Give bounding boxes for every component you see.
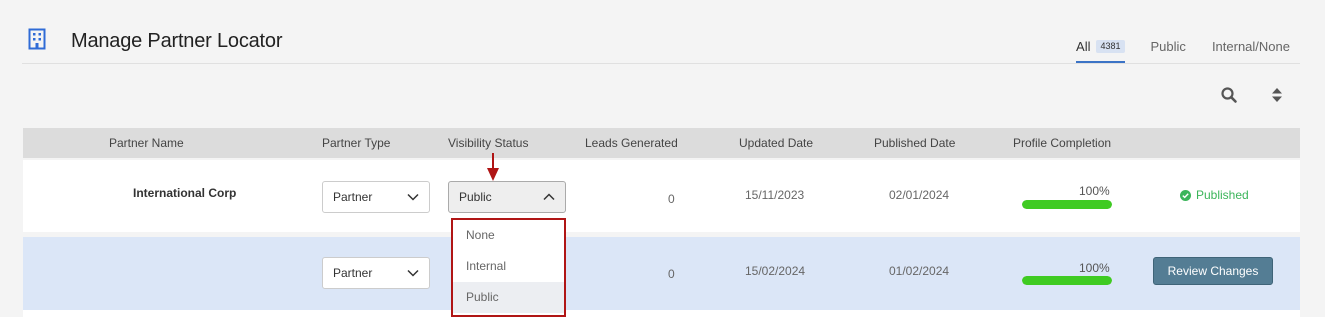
table-row bbox=[23, 310, 1300, 317]
tab-public[interactable]: Public bbox=[1151, 39, 1186, 63]
tab-public-label: Public bbox=[1150, 39, 1186, 54]
visibility-status-dropdown: None Internal Public bbox=[451, 218, 566, 317]
profile-completion-bar bbox=[1022, 276, 1112, 285]
status-badge: Published bbox=[1180, 188, 1249, 202]
partner-type-value: Partner bbox=[333, 190, 373, 204]
column-header-leads-generated[interactable]: Leads Generated bbox=[585, 136, 678, 150]
page: Manage Partner Locator All 4381 Public I… bbox=[0, 0, 1325, 317]
partner-name: International Corp bbox=[133, 186, 237, 200]
sort-icon[interactable] bbox=[1268, 86, 1286, 104]
updated-date: 15/11/2023 bbox=[745, 188, 805, 202]
check-circle-icon bbox=[1180, 189, 1191, 201]
column-header-visibility-status[interactable]: Visibility Status bbox=[448, 136, 528, 150]
dropdown-option-none[interactable]: None bbox=[453, 220, 564, 251]
profile-completion-fill bbox=[1022, 200, 1112, 209]
dropdown-option-public[interactable]: Public bbox=[453, 282, 564, 313]
review-changes-button[interactable]: Review Changes bbox=[1153, 257, 1273, 285]
tab-all-count-badge: 4381 bbox=[1096, 40, 1125, 53]
column-header-published-date[interactable]: Published Date bbox=[874, 136, 955, 150]
updated-date: 15/02/2024 bbox=[745, 264, 806, 278]
column-header-partner-type[interactable]: Partner Type bbox=[322, 136, 390, 150]
tab-internal-none[interactable]: Internal/None bbox=[1212, 39, 1290, 63]
visibility-status-value: Public bbox=[459, 190, 492, 204]
page-header: Manage Partner Locator All 4381 Public I… bbox=[22, 22, 1300, 64]
status-label: Published bbox=[1196, 188, 1249, 202]
building-icon bbox=[28, 28, 46, 50]
table-row: International Corp Partner Public 0 15/1… bbox=[23, 160, 1300, 232]
tab-all[interactable]: All 4381 bbox=[1076, 39, 1125, 63]
chevron-down-icon bbox=[407, 193, 419, 201]
column-header-updated-date[interactable]: Updated Date bbox=[739, 136, 813, 150]
partner-type-value: Partner bbox=[333, 266, 373, 280]
chevron-up-icon bbox=[543, 193, 555, 201]
published-date: 02/01/2024 bbox=[889, 188, 950, 202]
leads-generated: 0 bbox=[668, 192, 675, 206]
profile-completion-percent: 100% bbox=[1079, 184, 1110, 198]
tab-all-label: All bbox=[1076, 39, 1091, 54]
published-date: 01/02/2024 bbox=[889, 264, 950, 278]
chevron-down-icon bbox=[407, 269, 419, 277]
column-header-profile-completion[interactable]: Profile Completion bbox=[1013, 136, 1111, 150]
partner-type-select[interactable]: Partner bbox=[322, 257, 430, 289]
page-title: Manage Partner Locator bbox=[71, 30, 283, 52]
tab-internal-none-label: Internal/None bbox=[1211, 39, 1290, 54]
search-icon[interactable] bbox=[1220, 86, 1238, 104]
table-row: Partner 0 15/02/2024 01/02/2024 100% Rev… bbox=[23, 237, 1300, 310]
filter-tabs: All 4381 Public Internal/None bbox=[1050, 39, 1290, 63]
column-header-partner-name[interactable]: Partner Name bbox=[109, 136, 184, 150]
profile-completion-fill bbox=[1022, 276, 1112, 285]
arrow-down-icon bbox=[487, 153, 499, 181]
leads-generated: 0 bbox=[668, 267, 675, 281]
visibility-status-select[interactable]: Public bbox=[448, 181, 566, 213]
dropdown-option-internal[interactable]: Internal bbox=[453, 251, 564, 282]
profile-completion-percent: 100% bbox=[1079, 261, 1110, 275]
partner-type-select[interactable]: Partner bbox=[322, 181, 430, 213]
profile-completion-bar bbox=[1022, 200, 1112, 209]
table-header: Partner Name Partner Type Visibility Sta… bbox=[23, 128, 1300, 158]
